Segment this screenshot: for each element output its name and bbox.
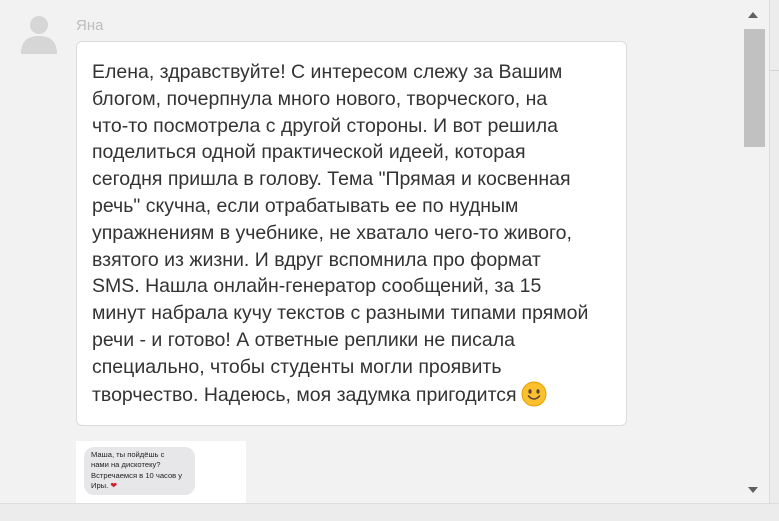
smiling-face-emoji-icon bbox=[521, 381, 547, 407]
sms-text: Маша, ты пойдёшь с нами на дискотеку? Вс… bbox=[91, 450, 183, 490]
heart-icon: ❤ bbox=[110, 480, 118, 490]
bottom-bar bbox=[0, 503, 779, 521]
sms-message-bubble: Маша, ты пойдёшь с нами на дискотеку? Вс… bbox=[84, 447, 195, 496]
divider bbox=[770, 70, 779, 71]
scrollbar-thumb[interactable] bbox=[744, 29, 765, 147]
scroll-down-arrow-icon[interactable] bbox=[748, 487, 758, 493]
comment-pane: Яна Елена, здравствуйте! С интересом сле… bbox=[0, 0, 741, 503]
comment-bubble: Елена, здравствуйте! С интересом слежу з… bbox=[76, 41, 627, 426]
user-silhouette-icon bbox=[18, 12, 60, 54]
vertical-scrollbar[interactable] bbox=[741, 0, 769, 503]
comment-text: Елена, здравствуйте! С интересом слежу з… bbox=[92, 61, 589, 406]
right-edge-panel bbox=[769, 0, 779, 503]
comment-author[interactable]: Яна bbox=[76, 17, 103, 34]
attached-image[interactable]: Маша, ты пойдёшь с нами на дискотеку? Вс… bbox=[76, 441, 246, 503]
scroll-up-arrow-icon[interactable] bbox=[748, 12, 758, 18]
comment-text-block: Елена, здравствуйте! С интересом слежу з… bbox=[92, 59, 622, 408]
